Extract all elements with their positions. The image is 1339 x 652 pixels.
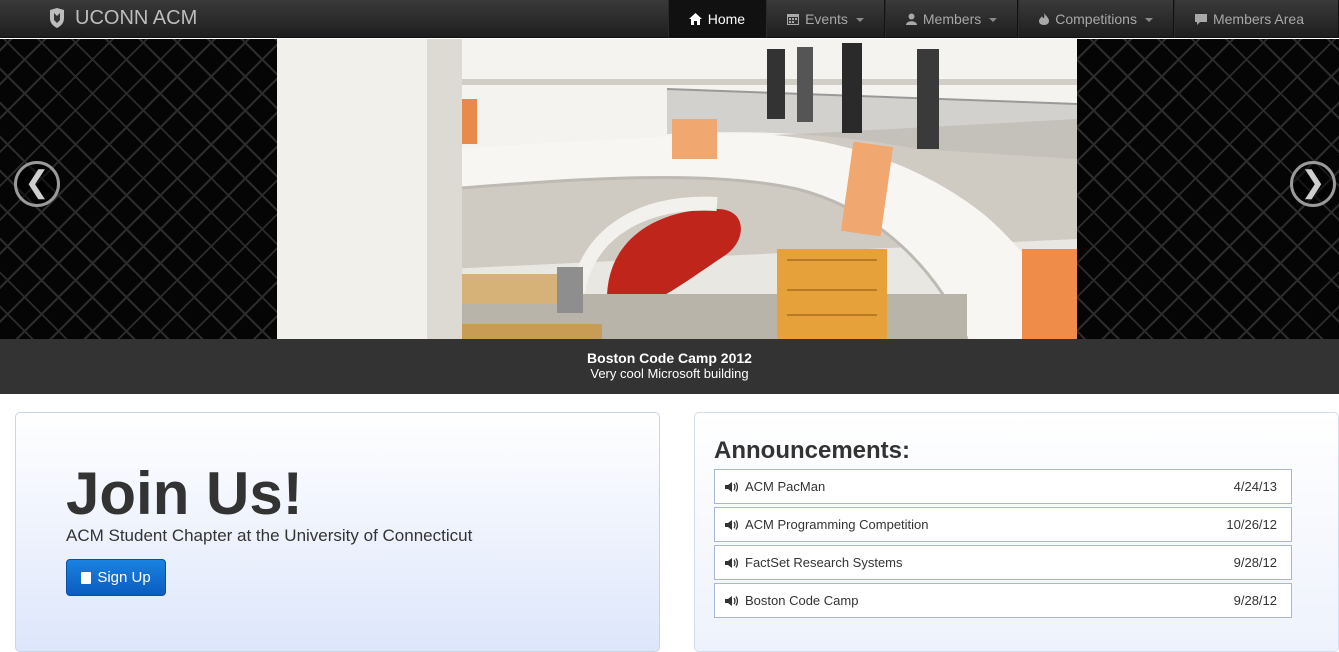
- nav-members-area[interactable]: Members Area: [1173, 0, 1339, 38]
- speaker-icon: [725, 519, 739, 530]
- announcement-date: 10/26/12: [1226, 517, 1277, 532]
- chevron-left-icon: ❮: [24, 166, 50, 199]
- chevron-down-icon: [989, 18, 998, 22]
- nav-home[interactable]: Home: [667, 0, 767, 38]
- nav-members-label: Members: [922, 11, 982, 27]
- announcement-date: 9/28/12: [1233, 555, 1277, 570]
- chevron-right-icon: ❯: [1300, 166, 1326, 199]
- hero-subtitle: ACM Student Chapter at the University of…: [66, 526, 473, 545]
- carousel-slide-image: [277, 39, 1077, 339]
- announcement-item[interactable]: FactSet Research Systems 9/28/12: [714, 545, 1292, 580]
- speaker-icon: [725, 557, 739, 568]
- top-navbar: UCONN ACM Home Events Members Competitio…: [0, 0, 1339, 38]
- carousel-prev-button[interactable]: ❮: [14, 161, 60, 207]
- carousel-caption: Boston Code Camp 2012 Very cool Microsof…: [0, 339, 1339, 394]
- chevron-down-icon: [855, 18, 864, 22]
- husky-logo-icon: [50, 8, 64, 28]
- image-carousel: ❮ ❯: [0, 39, 1339, 339]
- announcement-title: Boston Code Camp: [745, 593, 859, 608]
- announcement-date: 9/28/12: [1233, 593, 1277, 608]
- speaker-icon: [725, 595, 739, 606]
- announcement-item[interactable]: ACM Programming Competition 10/26/12: [714, 507, 1292, 542]
- announcement-item[interactable]: ACM PacMan 4/24/13: [714, 469, 1292, 504]
- nav-events-label: Events: [805, 11, 848, 27]
- book-icon: [81, 571, 92, 584]
- comment-icon: [1194, 13, 1207, 25]
- caption-text: Very cool Microsoft building: [590, 366, 749, 381]
- join-us-panel: Join Us! ACM Student Chapter at the Univ…: [15, 412, 660, 652]
- hero-heading: Join Us!: [66, 460, 303, 527]
- nav-competitions-label: Competitions: [1055, 11, 1137, 27]
- fire-icon: [1039, 13, 1050, 25]
- announcement-title: FactSet Research Systems: [745, 555, 903, 570]
- nav-members[interactable]: Members: [884, 0, 1019, 38]
- brand-link[interactable]: UCONN ACM: [46, 6, 197, 30]
- sign-up-button[interactable]: Sign Up: [66, 559, 166, 596]
- home-icon: [688, 13, 702, 25]
- announcement-item[interactable]: Boston Code Camp 9/28/12: [714, 583, 1292, 618]
- calendar-icon: [787, 14, 800, 25]
- announcement-title: ACM PacMan: [745, 479, 826, 494]
- speaker-icon: [725, 481, 739, 492]
- chevron-down-icon: [1144, 18, 1153, 22]
- nav-events[interactable]: Events: [766, 0, 885, 38]
- main-nav: Home Events Members Competitions Members…: [667, 0, 1339, 38]
- announcement-title: ACM Programming Competition: [745, 517, 929, 532]
- user-icon: [905, 13, 917, 25]
- building-interior-photo: [277, 39, 1077, 339]
- carousel-next-button[interactable]: ❯: [1290, 161, 1336, 207]
- brand-name: UCONN ACM: [75, 6, 198, 29]
- announcements-heading: Announcements:: [714, 437, 911, 464]
- announcements-panel: Announcements: ACM PacMan 4/24/13 ACM Pr…: [694, 412, 1339, 652]
- nav-members-area-label: Members Area: [1212, 11, 1304, 27]
- sign-up-label: Sign Up: [97, 569, 151, 586]
- nav-competitions[interactable]: Competitions: [1018, 0, 1174, 38]
- nav-home-label: Home: [707, 11, 746, 27]
- caption-title: Boston Code Camp 2012: [587, 350, 752, 366]
- announcement-date: 4/24/13: [1233, 479, 1277, 494]
